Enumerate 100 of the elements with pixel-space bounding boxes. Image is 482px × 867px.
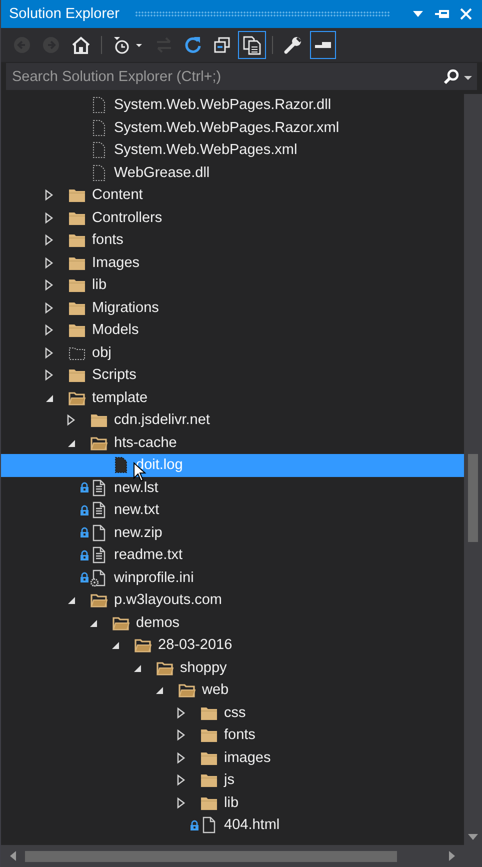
close-icon[interactable] <box>458 6 474 22</box>
tree-item[interactable]: Scripts <box>1 364 464 386</box>
gear-file-icon <box>90 568 108 587</box>
item-label: new.zip <box>114 524 162 541</box>
tree-item[interactable]: demos <box>1 612 464 634</box>
tree-item[interactable]: System.Web.WebPages.xml <box>1 139 464 162</box>
tree-item[interactable]: lib <box>1 274 464 296</box>
tree-item[interactable]: cdn.jsdelivr.net <box>1 409 464 432</box>
tree-item[interactable]: Images <box>1 252 464 274</box>
item-label: System.Web.WebPages.Razor.xml <box>114 120 340 136</box>
tree-item[interactable]: Models <box>1 319 464 342</box>
dotted-file-icon <box>90 118 108 137</box>
expand-arrow-icon[interactable] <box>44 256 54 269</box>
scroll-down-icon[interactable] <box>467 833 479 841</box>
tree-item[interactable]: System.Web.WebPages.Razor.dll <box>1 94 464 116</box>
text-file-icon <box>90 501 108 520</box>
item-label: System.Web.WebPages.xml <box>114 142 298 158</box>
item-label: hts-cache <box>114 434 177 451</box>
item-label: new.lst <box>114 480 158 496</box>
search-input[interactable]: Search Solution Explorer (Ctrl+;) <box>12 68 439 84</box>
item-label: js <box>224 772 234 788</box>
item-label: fonts <box>92 232 124 248</box>
horizontal-scrollbar[interactable] <box>1 845 482 867</box>
preview-button[interactable] <box>310 31 336 59</box>
item-label: Controllers <box>92 210 162 226</box>
scroll-right-icon[interactable] <box>448 850 456 862</box>
tree-item[interactable]: web <box>1 679 464 702</box>
tree-item[interactable]: winprofile.ini <box>1 566 464 589</box>
expand-arrow-icon[interactable] <box>44 212 54 224</box>
item-label: lib <box>224 794 239 811</box>
scroll-thumb[interactable] <box>25 850 397 862</box>
tree-item[interactable]: hts-cache <box>1 432 464 454</box>
item-label: p.w3layouts.com <box>114 592 222 608</box>
file-icon <box>200 816 218 834</box>
preview-icon <box>315 42 331 48</box>
open-folder-icon <box>90 591 108 610</box>
tree-item[interactable]: Controllers <box>1 206 464 229</box>
expand-arrow-icon[interactable] <box>44 302 54 314</box>
tree-item[interactable]: template <box>1 386 464 409</box>
item-label: Content <box>92 187 143 204</box>
expand-arrow-icon[interactable] <box>176 774 186 786</box>
expand-arrow-icon[interactable] <box>176 752 186 764</box>
item-label: 404.html <box>224 817 280 834</box>
vertical-scrollbar[interactable] <box>464 94 482 845</box>
text-file-icon <box>90 546 108 564</box>
tree-item[interactable]: readme.txt <box>1 544 464 566</box>
dotted-file-icon <box>112 456 130 474</box>
lock-icon <box>190 820 199 831</box>
text-file-icon <box>90 478 108 497</box>
tree-item[interactable]: obj <box>1 342 464 364</box>
clock-icon <box>112 36 144 54</box>
expand-arrow-icon[interactable] <box>176 796 186 809</box>
wrench-icon <box>283 35 303 55</box>
search-icon[interactable] <box>442 68 460 86</box>
expand-arrow-icon[interactable] <box>44 369 54 382</box>
expand-arrow-icon[interactable] <box>44 346 54 359</box>
expand-arrow-icon[interactable] <box>44 234 54 246</box>
item-label: 28-03-2016 <box>158 637 232 654</box>
scroll-thumb[interactable] <box>468 454 478 542</box>
tree-item[interactable]: 404.html <box>1 814 464 836</box>
tree-item[interactable]: Migrations <box>1 296 464 319</box>
expand-arrow-icon[interactable] <box>44 279 54 292</box>
dotted-file-icon <box>90 96 108 114</box>
show-all-files-button[interactable] <box>238 31 266 59</box>
tree-item[interactable]: shoppy <box>1 656 464 679</box>
tree-item[interactable]: fonts <box>1 724 464 746</box>
lock-icon <box>80 482 89 494</box>
item-label: winprofile.ini <box>114 570 194 586</box>
item-label: WebGrease.dll <box>114 164 210 181</box>
expand-arrow-icon[interactable] <box>66 414 76 426</box>
expand-arrow-icon[interactable] <box>176 706 186 719</box>
item-label: doit.log <box>136 457 183 474</box>
tree-item[interactable]: css <box>1 702 464 724</box>
tree-item[interactable]: System.Web.WebPages.Razor.xml <box>1 116 464 139</box>
tree-item[interactable]: 28-03-2016 <box>1 634 464 656</box>
tree-item[interactable]: WebGrease.dll <box>1 162 464 184</box>
tree-item[interactable]: lib <box>1 792 464 814</box>
documents-icon <box>242 35 262 55</box>
scroll-left-icon[interactable] <box>9 850 17 862</box>
item-label: shoppy <box>180 660 227 676</box>
item-label: System.Web.WebPages.Razor.dll <box>114 97 332 114</box>
tree-item[interactable]: js <box>1 769 464 792</box>
item-label: Images <box>92 254 140 271</box>
item-label: web <box>202 682 229 698</box>
home-icon <box>71 36 91 54</box>
search-field[interactable]: Search Solution Explorer (Ctrl+;) <box>6 63 477 90</box>
refresh-icon <box>184 36 202 54</box>
tree-item[interactable]: new.txt <box>1 499 464 522</box>
expand-arrow-icon[interactable] <box>44 324 54 336</box>
expand-arrow-icon[interactable] <box>44 189 54 202</box>
item-label: Scripts <box>92 367 136 384</box>
tree-item[interactable]: fonts <box>1 229 464 252</box>
tree-item[interactable]: new.lst <box>1 476 464 499</box>
item-label: cdn.jsdelivr.net <box>114 412 210 428</box>
dotted-file-icon <box>90 141 108 160</box>
expand-arrow-icon[interactable] <box>176 729 186 742</box>
tree-item[interactable]: p.w3layouts.com <box>1 589 464 612</box>
tree-item[interactable]: Content <box>1 184 464 206</box>
tree-item[interactable]: new.zip <box>1 522 464 544</box>
tree-item[interactable]: images <box>1 746 464 769</box>
